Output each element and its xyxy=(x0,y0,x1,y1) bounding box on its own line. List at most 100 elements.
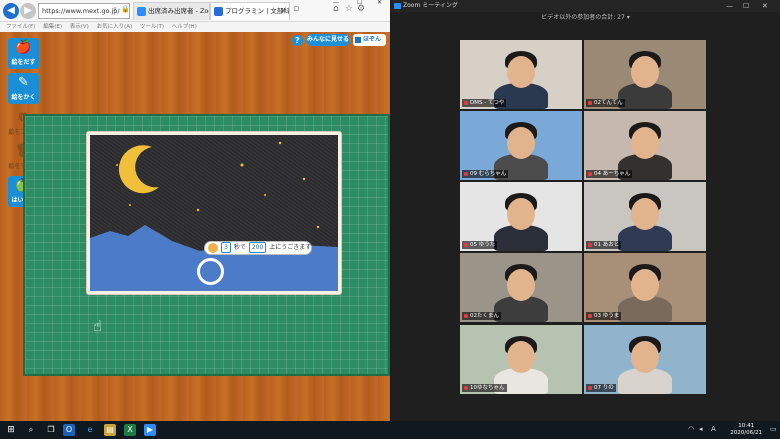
clock-time: 10:41 xyxy=(738,423,755,429)
draw-picture-button[interactable]: ✎ 絵をかく xyxy=(8,73,39,104)
code-text-move: 上にうごきます xyxy=(269,244,312,251)
clock[interactable]: 10:41 2020/06/21 xyxy=(730,423,762,437)
participant-face xyxy=(631,269,659,301)
participant-name: 07 りの xyxy=(594,385,614,391)
minimize-icon[interactable]: — xyxy=(726,0,733,12)
menu-item-tools[interactable]: ツール(T) xyxy=(140,24,164,30)
draw-out-picture-button[interactable]: 🍎 絵をだす xyxy=(8,38,39,69)
notification-icon[interactable]: ▭ xyxy=(770,425,777,433)
menu-item-file[interactable]: ファイル(F) xyxy=(6,24,35,30)
save-label: ほぞん xyxy=(363,36,382,43)
zoom-app-icon[interactable]: ▶ xyxy=(144,424,156,436)
minimize-icon[interactable]: — xyxy=(333,0,339,6)
participant-tile[interactable]: 07 りの xyxy=(584,325,706,394)
menu-item-edit[interactable]: 編集(E) xyxy=(43,24,62,30)
tab-zoom[interactable]: 出席済み出席者 - Zoom xyxy=(133,2,210,20)
maximize-icon[interactable]: ☐ xyxy=(743,0,749,12)
search-icon[interactable]: ⌕ xyxy=(113,5,117,14)
new-tab-icon[interactable]: ▫ xyxy=(293,4,299,14)
excel-icon[interactable]: X xyxy=(124,424,136,436)
outlook-icon[interactable]: O xyxy=(63,424,75,436)
clock-date: 2020/06/21 xyxy=(730,430,762,436)
participant-tile[interactable]: 01 あおと xyxy=(584,182,706,251)
maximize-icon[interactable]: ☐ xyxy=(357,0,362,6)
participant-face xyxy=(507,56,535,88)
zoom-window-title: Zoom ミーティング xyxy=(403,2,458,9)
participant-tile[interactable]: 10ゆなちゃん xyxy=(460,325,582,394)
participant-face xyxy=(631,127,659,159)
sprite-selector-ring[interactable] xyxy=(197,258,224,285)
participant-name-label: 02たくまん xyxy=(462,312,501,320)
close-window-icon[interactable]: ✕ xyxy=(762,0,768,12)
participant-name: 10ゆなちゃん xyxy=(470,385,505,391)
code-value-distance[interactable]: 200 xyxy=(248,242,267,253)
star-2 xyxy=(278,141,282,145)
favorites-star-icon[interactable]: ☆ xyxy=(345,4,353,14)
save-button[interactable]: ほぞん xyxy=(353,34,386,46)
character-icon xyxy=(208,243,218,253)
zoom-titlebar: Zoom ミーティング — ☐ ✕ xyxy=(391,0,780,12)
star-8 xyxy=(264,194,266,196)
help-button[interactable]: ? xyxy=(292,35,303,46)
edge-icon[interactable]: e xyxy=(84,424,96,436)
participant-tile[interactable]: DMS - てつや xyxy=(460,40,582,109)
muted-mic-icon xyxy=(588,172,592,176)
volume-icon[interactable]: ◂ xyxy=(699,425,703,433)
participant-tile[interactable]: 09 むらちゃん xyxy=(460,111,582,180)
apple-icon: 🍎 xyxy=(15,40,32,55)
programin-tab-icon xyxy=(214,7,223,16)
ime-indicator[interactable]: A xyxy=(711,425,716,433)
page-header: ? みんなに見せる ほぞん xyxy=(0,32,390,48)
participant-tile[interactable]: 04 あーちゃん xyxy=(584,111,706,180)
code-value-seconds[interactable]: 3 xyxy=(221,242,231,253)
code-block-popup[interactable]: 3 秒で 200 上にうごきます xyxy=(204,241,312,255)
close-window-icon[interactable]: ✕ xyxy=(377,0,382,6)
participant-name-label: 04 あーちゃん xyxy=(586,170,633,178)
muted-mic-icon xyxy=(464,386,468,390)
participant-name-label: 05 ゆうた xyxy=(462,241,498,249)
forward-icon[interactable]: ▶ xyxy=(20,3,36,19)
participant-face xyxy=(631,198,659,230)
participant-name-label: 03 ゆうま xyxy=(586,312,622,320)
participant-face xyxy=(631,56,659,88)
code-text-seconds: 秒で xyxy=(233,244,246,251)
muted-mic-icon xyxy=(588,314,592,318)
tab-label: 出席済み出席者 - Zoom xyxy=(148,7,209,15)
muted-mic-icon xyxy=(588,101,592,105)
menu-bar: ファイル(F) 編集(E) 表示(V) お気に入り(A) ツール(T) ヘルプ(… xyxy=(0,22,390,32)
menu-item-view[interactable]: 表示(V) xyxy=(70,24,89,30)
show-everyone-button[interactable]: みんなに見せる xyxy=(306,34,350,46)
start-windows-icon[interactable]: ⊞ xyxy=(5,424,17,436)
muted-mic-icon xyxy=(464,172,468,176)
participant-name-label: 02てんてん xyxy=(586,99,625,107)
participant-face xyxy=(507,127,535,159)
tab-programin[interactable]: プログラミン | 文部科学省 ✕ xyxy=(210,2,290,20)
participant-name-label: 01 あおと xyxy=(586,241,622,249)
participant-tile[interactable]: 02たくまん xyxy=(460,253,582,322)
menu-item-help[interactable]: ヘルプ(H) xyxy=(172,24,197,30)
participant-name: 02てんてん xyxy=(594,100,623,106)
network-icon[interactable]: ◠ xyxy=(688,425,694,433)
muted-mic-icon xyxy=(588,386,592,390)
search-icon[interactable]: ⌕ xyxy=(25,424,37,436)
file-explorer-icon[interactable]: ▤ xyxy=(104,424,116,436)
side-button-label: 絵をかく xyxy=(11,94,36,101)
muted-mic-icon xyxy=(464,243,468,247)
zoom-tab-icon xyxy=(137,7,146,16)
gallery-participant-count[interactable]: ビデオ以外の参加者の合計: 27 ▾ xyxy=(391,13,780,23)
task-view-icon[interactable]: ❐ xyxy=(45,424,57,436)
back-icon[interactable]: ◀ xyxy=(3,3,19,19)
menu-item-favorites[interactable]: お気に入り(A) xyxy=(97,24,133,30)
participant-face xyxy=(507,341,535,373)
hand-cursor-icon: ☝ xyxy=(93,317,103,335)
participant-name: 03 ゆうま xyxy=(594,313,620,319)
pencil-icon: ✎ xyxy=(18,75,29,90)
participant-tile[interactable]: 02てんてん xyxy=(584,40,706,109)
lock-icon: 🔒 xyxy=(121,5,130,13)
participant-tile[interactable]: 03 ゆうま xyxy=(584,253,706,322)
participant-tile[interactable]: 05 ゆうた xyxy=(460,182,582,251)
save-icon xyxy=(355,37,361,43)
participant-face xyxy=(631,341,659,373)
muted-mic-icon xyxy=(464,314,468,318)
close-tab-icon[interactable]: ✕ xyxy=(280,3,286,20)
